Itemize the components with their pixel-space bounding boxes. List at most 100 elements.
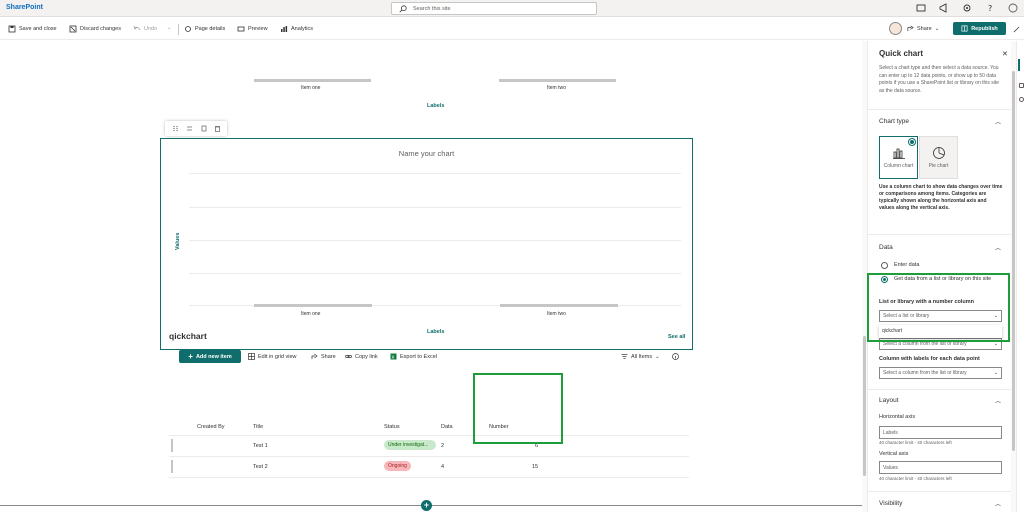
column-header-title[interactable]: Title	[253, 424, 263, 430]
row-selector[interactable]	[171, 460, 173, 473]
row-selector[interactable]	[171, 439, 173, 452]
row-title[interactable]: Test 2	[253, 464, 268, 470]
chart-title[interactable]: Name your chart	[161, 149, 692, 158]
vaxis-label: Vertical axis	[879, 451, 909, 457]
preview-button[interactable]: Preview	[237, 25, 268, 33]
megaphone-icon[interactable]	[939, 3, 949, 13]
analytics-button[interactable]: Analytics	[280, 25, 313, 33]
bar-item-one	[254, 304, 372, 307]
analytics-label: Analytics	[291, 26, 314, 32]
share-label: Share	[917, 25, 932, 32]
app-brand[interactable]: SharePoint	[6, 4, 43, 11]
gear-icon[interactable]	[962, 3, 972, 13]
bar-item-one	[254, 79, 371, 82]
close-icon[interactable]: ✕	[1002, 50, 1008, 58]
edit-grid-label: Edit in grid view	[258, 353, 297, 360]
preview-icon	[237, 26, 245, 32]
add-new-item-label: Add new item	[195, 353, 232, 360]
scrollbar-thumb[interactable]	[1012, 71, 1015, 451]
share-button[interactable]: Share ⌄	[907, 25, 939, 32]
pane-description: Select a chart type and then select a da…	[879, 65, 1000, 94]
chart-type-pie[interactable]: Pie chart	[919, 136, 958, 179]
section-title-layout[interactable]: Layout	[879, 397, 899, 404]
chevron-down-icon: ⌄	[934, 25, 940, 32]
column-header-data[interactable]: Data	[441, 424, 453, 430]
rail-circle-icon[interactable]	[1019, 97, 1024, 102]
grid-icon	[248, 353, 255, 360]
pane-title: Quick chart	[879, 49, 924, 58]
edit-properties-icon[interactable]	[186, 125, 193, 132]
edit-grid-button[interactable]: Edit in grid view	[248, 353, 297, 360]
list-title[interactable]: qickchart	[169, 331, 207, 341]
vaxis-input[interactable]: Values	[879, 461, 1002, 474]
chevron-up-icon[interactable]: ︿	[995, 396, 1001, 405]
add-section-button[interactable]: +	[421, 500, 432, 511]
delete-icon[interactable]	[214, 125, 221, 132]
labels-dropdown[interactable]: Select a column from the list or library…	[879, 367, 1002, 379]
quick-chart-webpart[interactable]: Name your chart Item one Item two Labels…	[160, 138, 693, 350]
divider	[169, 456, 689, 457]
see-all-link[interactable]: See all	[668, 334, 685, 340]
highlight-box	[473, 373, 563, 444]
chevron-down-icon: ⌄	[655, 353, 660, 360]
haxis-input[interactable]: Labels	[879, 426, 1002, 439]
add-new-item-button[interactable]: + Add new item	[179, 350, 241, 363]
column-header-created-by[interactable]: Created By	[197, 424, 225, 430]
search-box[interactable]: Search this site	[391, 2, 597, 15]
list-command-bar: + Add new item Edit in grid view Share C…	[169, 348, 689, 364]
section-title-chart-type[interactable]: Chart type	[879, 118, 909, 125]
chevron-up-icon[interactable]: ︿	[995, 117, 1001, 126]
svg-text:?: ?	[988, 4, 992, 13]
share-list-button[interactable]: Share	[311, 353, 336, 360]
chevron-up-icon[interactable]: ︿	[995, 499, 1001, 508]
share-icon	[311, 353, 318, 359]
chat-icon[interactable]	[916, 3, 926, 13]
status-badge: Under investigat...	[384, 440, 436, 450]
discard-button[interactable]: Discard changes	[69, 25, 121, 33]
chevron-up-icon[interactable]: ︿	[995, 243, 1001, 252]
view-selector[interactable]: All Items ⌄	[621, 353, 660, 360]
save-close-button[interactable]: Save and close	[8, 25, 57, 33]
rail-square-icon[interactable]	[1019, 83, 1024, 88]
gridline	[189, 240, 681, 241]
save-close-label: Save and close	[19, 26, 57, 32]
radio-enter-data[interactable]	[881, 262, 888, 269]
copy-link-button[interactable]: Copy link	[345, 353, 378, 360]
avatar[interactable]	[889, 22, 902, 35]
haxis-label: Horizontal axis	[879, 414, 916, 420]
undo-button[interactable]: Undo	[133, 25, 157, 33]
republish-button[interactable]: Republish	[953, 22, 1006, 35]
chart-type-label: Column chart	[883, 163, 914, 169]
chart-type-column[interactable]: Column chart	[879, 136, 918, 179]
suite-bar: SharePoint Search this site ?	[0, 0, 1024, 17]
check-icon	[909, 139, 915, 145]
x-axis-title: Labels	[427, 103, 445, 109]
help-icon[interactable]: ?	[985, 3, 995, 13]
book-icon	[961, 25, 968, 32]
x-axis-title: Labels	[427, 329, 445, 335]
column-header-status[interactable]: Status	[384, 424, 400, 430]
drag-handle-icon[interactable]	[172, 125, 179, 132]
category-label: Item two	[547, 85, 566, 91]
scrollbar-thumb[interactable]	[863, 336, 866, 476]
republish-label: Republish	[971, 25, 998, 32]
info-icon[interactable]	[672, 353, 679, 360]
export-excel-label: Export to Excel	[400, 353, 437, 360]
account-icon[interactable]	[1008, 3, 1018, 13]
excel-icon: x	[390, 353, 397, 360]
radio-enter-data-label[interactable]: Enter data	[894, 261, 919, 269]
undo-label: Undo	[144, 26, 158, 32]
view-label: All Items	[631, 353, 653, 360]
page-details-button[interactable]: Page details	[184, 25, 225, 33]
row-title[interactable]: Test 1	[253, 443, 268, 449]
duplicate-icon[interactable]	[200, 125, 207, 132]
right-rail	[1016, 41, 1024, 512]
export-excel-button[interactable]: x Export to Excel	[390, 353, 437, 360]
divider	[169, 435, 689, 436]
section-title-data[interactable]: Data	[879, 244, 893, 251]
bar-item-two	[499, 79, 616, 82]
undo-dropdown-chevron-icon[interactable]: ⌄	[167, 25, 172, 31]
collapse-icon[interactable]	[1013, 26, 1020, 33]
row-number: 15	[532, 464, 539, 470]
section-title-visibility[interactable]: Visibility	[879, 500, 902, 507]
